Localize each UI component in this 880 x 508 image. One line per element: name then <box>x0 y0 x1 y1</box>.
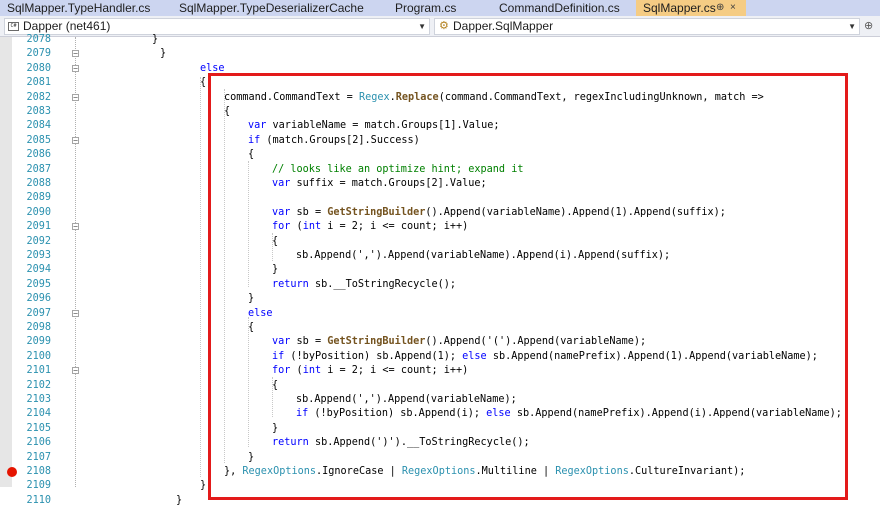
tab-label: SqlMapper.cs <box>643 1 716 15</box>
line-number: 2105 <box>26 422 51 434</box>
collapse-toggle-icon[interactable]: − <box>72 136 79 144</box>
collapse-toggle-icon[interactable]: − <box>72 93 79 101</box>
line-number: 2078 <box>26 34 51 45</box>
indent-guide <box>272 233 273 261</box>
tab-commanddefinition[interactable]: CommandDefinition.cs <box>492 0 622 16</box>
collapse-toggle-icon[interactable]: − <box>72 223 79 231</box>
tab-label: SqlMapper.TypeHandler.cs <box>7 1 151 15</box>
line-number: 2091 <box>26 221 51 233</box>
line-number: 2088 <box>26 178 51 189</box>
tab-label: SqlMapper.TypeDeserializerCache.cs <box>179 1 364 15</box>
line-number: 2103 <box>26 394 51 405</box>
project-label: Dapper (net461) <box>23 19 111 33</box>
code-text: } <box>176 494 182 508</box>
collapse-toggle-icon[interactable]: − <box>72 50 79 58</box>
code-text: } <box>152 33 158 47</box>
document-tab-bar: SqlMapper.TypeHandler.cs SqlMapper.TypeD… <box>0 0 880 16</box>
breakpoint-icon[interactable] <box>7 467 17 477</box>
code-editor[interactable]: 2078} 2079−} 2080− else 2081{2082− command.Co… <box>0 34 880 506</box>
code-token: } <box>152 34 159 45</box>
code-text: } <box>160 47 166 61</box>
line-number: 2086 <box>26 149 51 161</box>
code-token: } <box>160 48 167 60</box>
csharp-project-icon: C# <box>8 22 19 31</box>
line-number: 2090 <box>26 206 51 218</box>
line-number: 2100 <box>26 350 51 362</box>
pin-icon[interactable]: ⊕ <box>716 0 724 16</box>
tab-sqlmapper-typehandler[interactable]: SqlMapper.TypeHandler.cs <box>0 0 160 16</box>
collapse-toggle-icon[interactable]: − <box>72 309 79 317</box>
tab-sqlmapper-typedeserializercache[interactable]: SqlMapper.TypeDeserializerCache.cs <box>172 0 364 16</box>
line-number: 2107 <box>26 451 51 463</box>
indent-guide <box>200 77 201 477</box>
split-editor-icon[interactable]: ⊕ <box>864 19 873 34</box>
line-number: 2098 <box>26 322 51 333</box>
line-number: 2085 <box>26 134 51 146</box>
tab-program[interactable]: Program.cs <box>388 0 476 16</box>
collapse-toggle-icon[interactable]: − <box>72 64 79 72</box>
line-number: 2097 <box>26 307 51 319</box>
code-line[interactable]: 2078} <box>0 33 880 47</box>
line-number: 2081 <box>26 77 51 89</box>
line-number: 2094 <box>26 264 51 276</box>
line-number: 2087 <box>26 163 51 175</box>
line-number: 2093 <box>26 250 51 261</box>
line-number: 2102 <box>26 379 51 391</box>
line-number: 2092 <box>26 235 51 247</box>
line-number: 2106 <box>26 437 51 449</box>
chevron-down-icon: ▼ <box>848 22 856 31</box>
indent-guide <box>224 89 225 463</box>
indent-guide <box>248 161 249 287</box>
line-number: 2084 <box>26 120 51 132</box>
tab-sqlmapper[interactable]: SqlMapper.cs ⊕ × <box>636 0 746 16</box>
type-label: Dapper.SqlMapper <box>453 19 554 33</box>
tab-label: CommandDefinition.cs <box>499 1 620 15</box>
line-number: 2079 <box>26 48 51 60</box>
class-icon: ⚙ <box>439 20 449 32</box>
line-number: 2110 <box>26 494 51 506</box>
highlight-box <box>208 73 848 500</box>
indent-guide <box>272 377 273 417</box>
line-number: 2099 <box>26 336 51 348</box>
line-number: 2080 <box>26 62 51 74</box>
line-number: 2083 <box>26 106 51 117</box>
line-number: 2089 <box>26 192 51 204</box>
code-line[interactable]: 2079 −} <box>0 47 880 61</box>
line-number: 2108 <box>26 466 51 477</box>
line-number: 2095 <box>26 278 51 290</box>
line-number: 2101 <box>26 365 51 377</box>
tab-label: Program.cs <box>395 1 457 15</box>
close-icon[interactable]: × <box>730 0 736 16</box>
line-number: 2096 <box>26 293 51 305</box>
line-number: 2104 <box>26 408 51 420</box>
chevron-down-icon: ▼ <box>418 22 426 31</box>
line-number: 2082 <box>26 91 51 103</box>
collapse-toggle-icon[interactable]: − <box>72 367 79 375</box>
code-token: } <box>200 480 207 492</box>
code-token: } <box>176 494 183 506</box>
indent-guide <box>248 317 249 447</box>
